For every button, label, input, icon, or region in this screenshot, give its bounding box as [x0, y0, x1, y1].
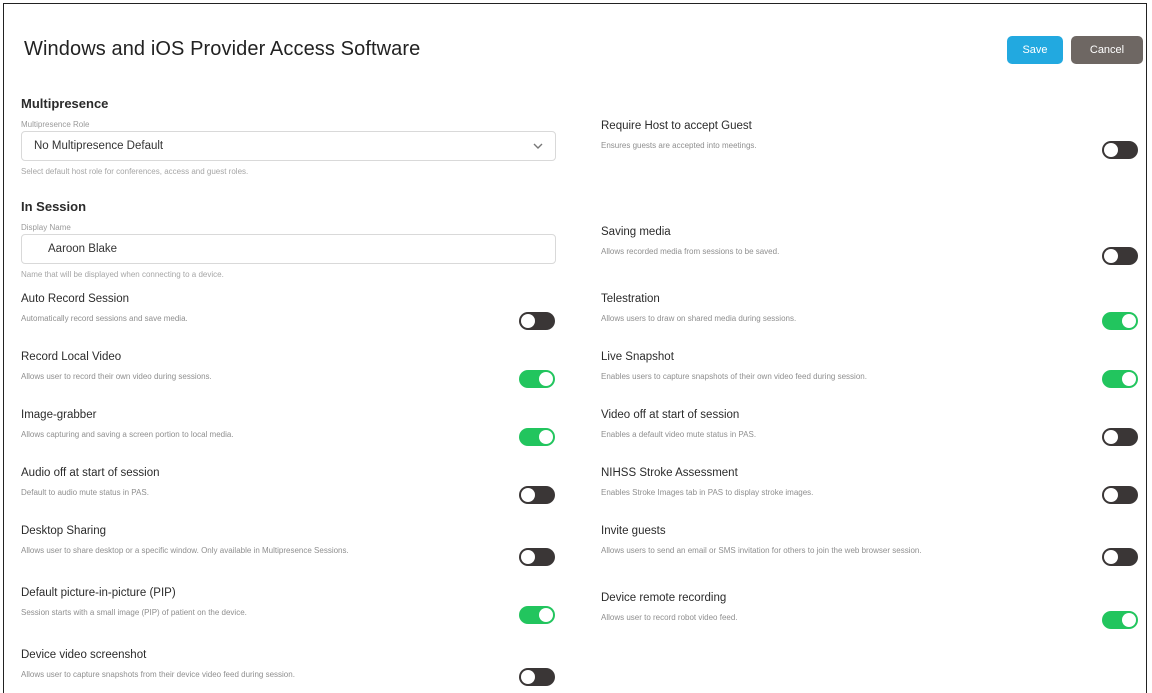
toggle-knob [539, 608, 553, 622]
setting-description: Ensures guests are accepted into meeting… [601, 141, 757, 150]
display-name-label: Display Name [21, 223, 71, 232]
setting-title: Live Snapshot [601, 351, 674, 363]
toggle-knob [1104, 143, 1118, 157]
setting-description: Allows user to capture snapshots from th… [21, 670, 295, 679]
setting-description: Allows users to send an email or SMS inv… [601, 546, 922, 555]
setting-title: Invite guests [601, 525, 666, 537]
display-name-help: Name that will be displayed when connect… [21, 270, 224, 279]
multipresence-role-select[interactable]: No Multipresence Default [21, 131, 556, 161]
toggle-knob [521, 670, 535, 684]
setting-title: Audio off at start of session [21, 467, 160, 479]
setting-description: Allows capturing and saving a screen por… [21, 430, 234, 439]
multipresence-role-help: Select default host role for conferences… [21, 167, 249, 176]
setting-description: Allows recorded media from sessions to b… [601, 247, 780, 256]
setting-description: Enables Stroke Images tab in PAS to disp… [601, 488, 814, 497]
cancel-button[interactable]: Cancel [1071, 36, 1143, 64]
toggle-knob [539, 372, 553, 386]
device-video-screenshot-toggle[interactable] [519, 668, 555, 686]
saving-media-toggle[interactable] [1102, 247, 1138, 265]
setting-title: Default picture-in-picture (PIP) [21, 587, 176, 599]
save-button[interactable]: Save [1007, 36, 1063, 64]
page-title: Windows and iOS Provider Access Software [24, 38, 421, 60]
display-name-value: Aaroon Blake [48, 243, 118, 255]
toggle-knob [1104, 550, 1118, 564]
device-remote-recording-toggle[interactable] [1102, 611, 1138, 629]
setting-description: Enables users to capture snapshots of th… [601, 372, 867, 381]
multipresence-role-label: Multipresence Role [21, 120, 90, 129]
record-local-video-toggle[interactable] [519, 370, 555, 388]
setting-title: NIHSS Stroke Assessment [601, 467, 738, 479]
setting-title: Saving media [601, 226, 671, 238]
telestration-toggle[interactable] [1102, 312, 1138, 330]
multipresence-role-value: No Multipresence Default [34, 140, 164, 152]
setting-title: Device remote recording [601, 592, 727, 604]
setting-description: Allows user to record robot video feed. [601, 613, 738, 622]
display-name-input[interactable]: Aaroon Blake [21, 234, 556, 264]
toggle-knob [1122, 372, 1136, 386]
setting-title: Device video screenshot [21, 649, 147, 661]
toggle-knob [521, 488, 535, 502]
setting-title: Telestration [601, 293, 660, 305]
chevron-down-icon [533, 143, 543, 149]
toggle-knob [1104, 488, 1118, 502]
toggle-knob [521, 550, 535, 564]
multipresence-section-title: Multipresence [21, 96, 109, 111]
setting-description: Session starts with a small image (PIP) … [21, 608, 247, 617]
toggle-knob [1104, 249, 1118, 263]
toggle-knob [539, 430, 553, 444]
setting-description: Allows user to record their own video du… [21, 372, 212, 381]
nihss-stroke-assessment-toggle[interactable] [1102, 486, 1138, 504]
setting-title: Record Local Video [21, 351, 122, 363]
in-session-section-title: In Session [21, 199, 87, 214]
setting-title: Desktop Sharing [21, 525, 107, 537]
setting-description: Allows users to draw on shared media dur… [601, 314, 797, 323]
image-grabber-toggle[interactable] [519, 428, 555, 446]
toggle-knob [1104, 430, 1118, 444]
setting-description: Allows user to share desktop or a specif… [21, 546, 349, 555]
desktop-sharing-toggle[interactable] [519, 548, 555, 566]
setting-title: Video off at start of session [601, 409, 740, 421]
setting-description: Enables a default video mute status in P… [601, 430, 757, 439]
audio-off-at-start-toggle[interactable] [519, 486, 555, 504]
auto-record-session-toggle[interactable] [519, 312, 555, 330]
live-snapshot-toggle[interactable] [1102, 370, 1138, 388]
settings-panel: Windows and iOS Provider Access Software… [3, 3, 1147, 693]
setting-title: Image-grabber [21, 409, 97, 421]
toggle-knob [1122, 613, 1136, 627]
setting-title: Require Host to accept Guest [601, 120, 752, 132]
setting-description: Default to audio mute status in PAS. [21, 488, 149, 497]
setting-title: Auto Record Session [21, 293, 130, 305]
invite-guests-toggle[interactable] [1102, 548, 1138, 566]
toggle-knob [1122, 314, 1136, 328]
require-host-accept-guest-toggle[interactable] [1102, 141, 1138, 159]
video-off-at-start-toggle[interactable] [1102, 428, 1138, 446]
default-pip-toggle[interactable] [519, 606, 555, 624]
toggle-knob [521, 314, 535, 328]
setting-description: Automatically record sessions and save m… [21, 314, 188, 323]
